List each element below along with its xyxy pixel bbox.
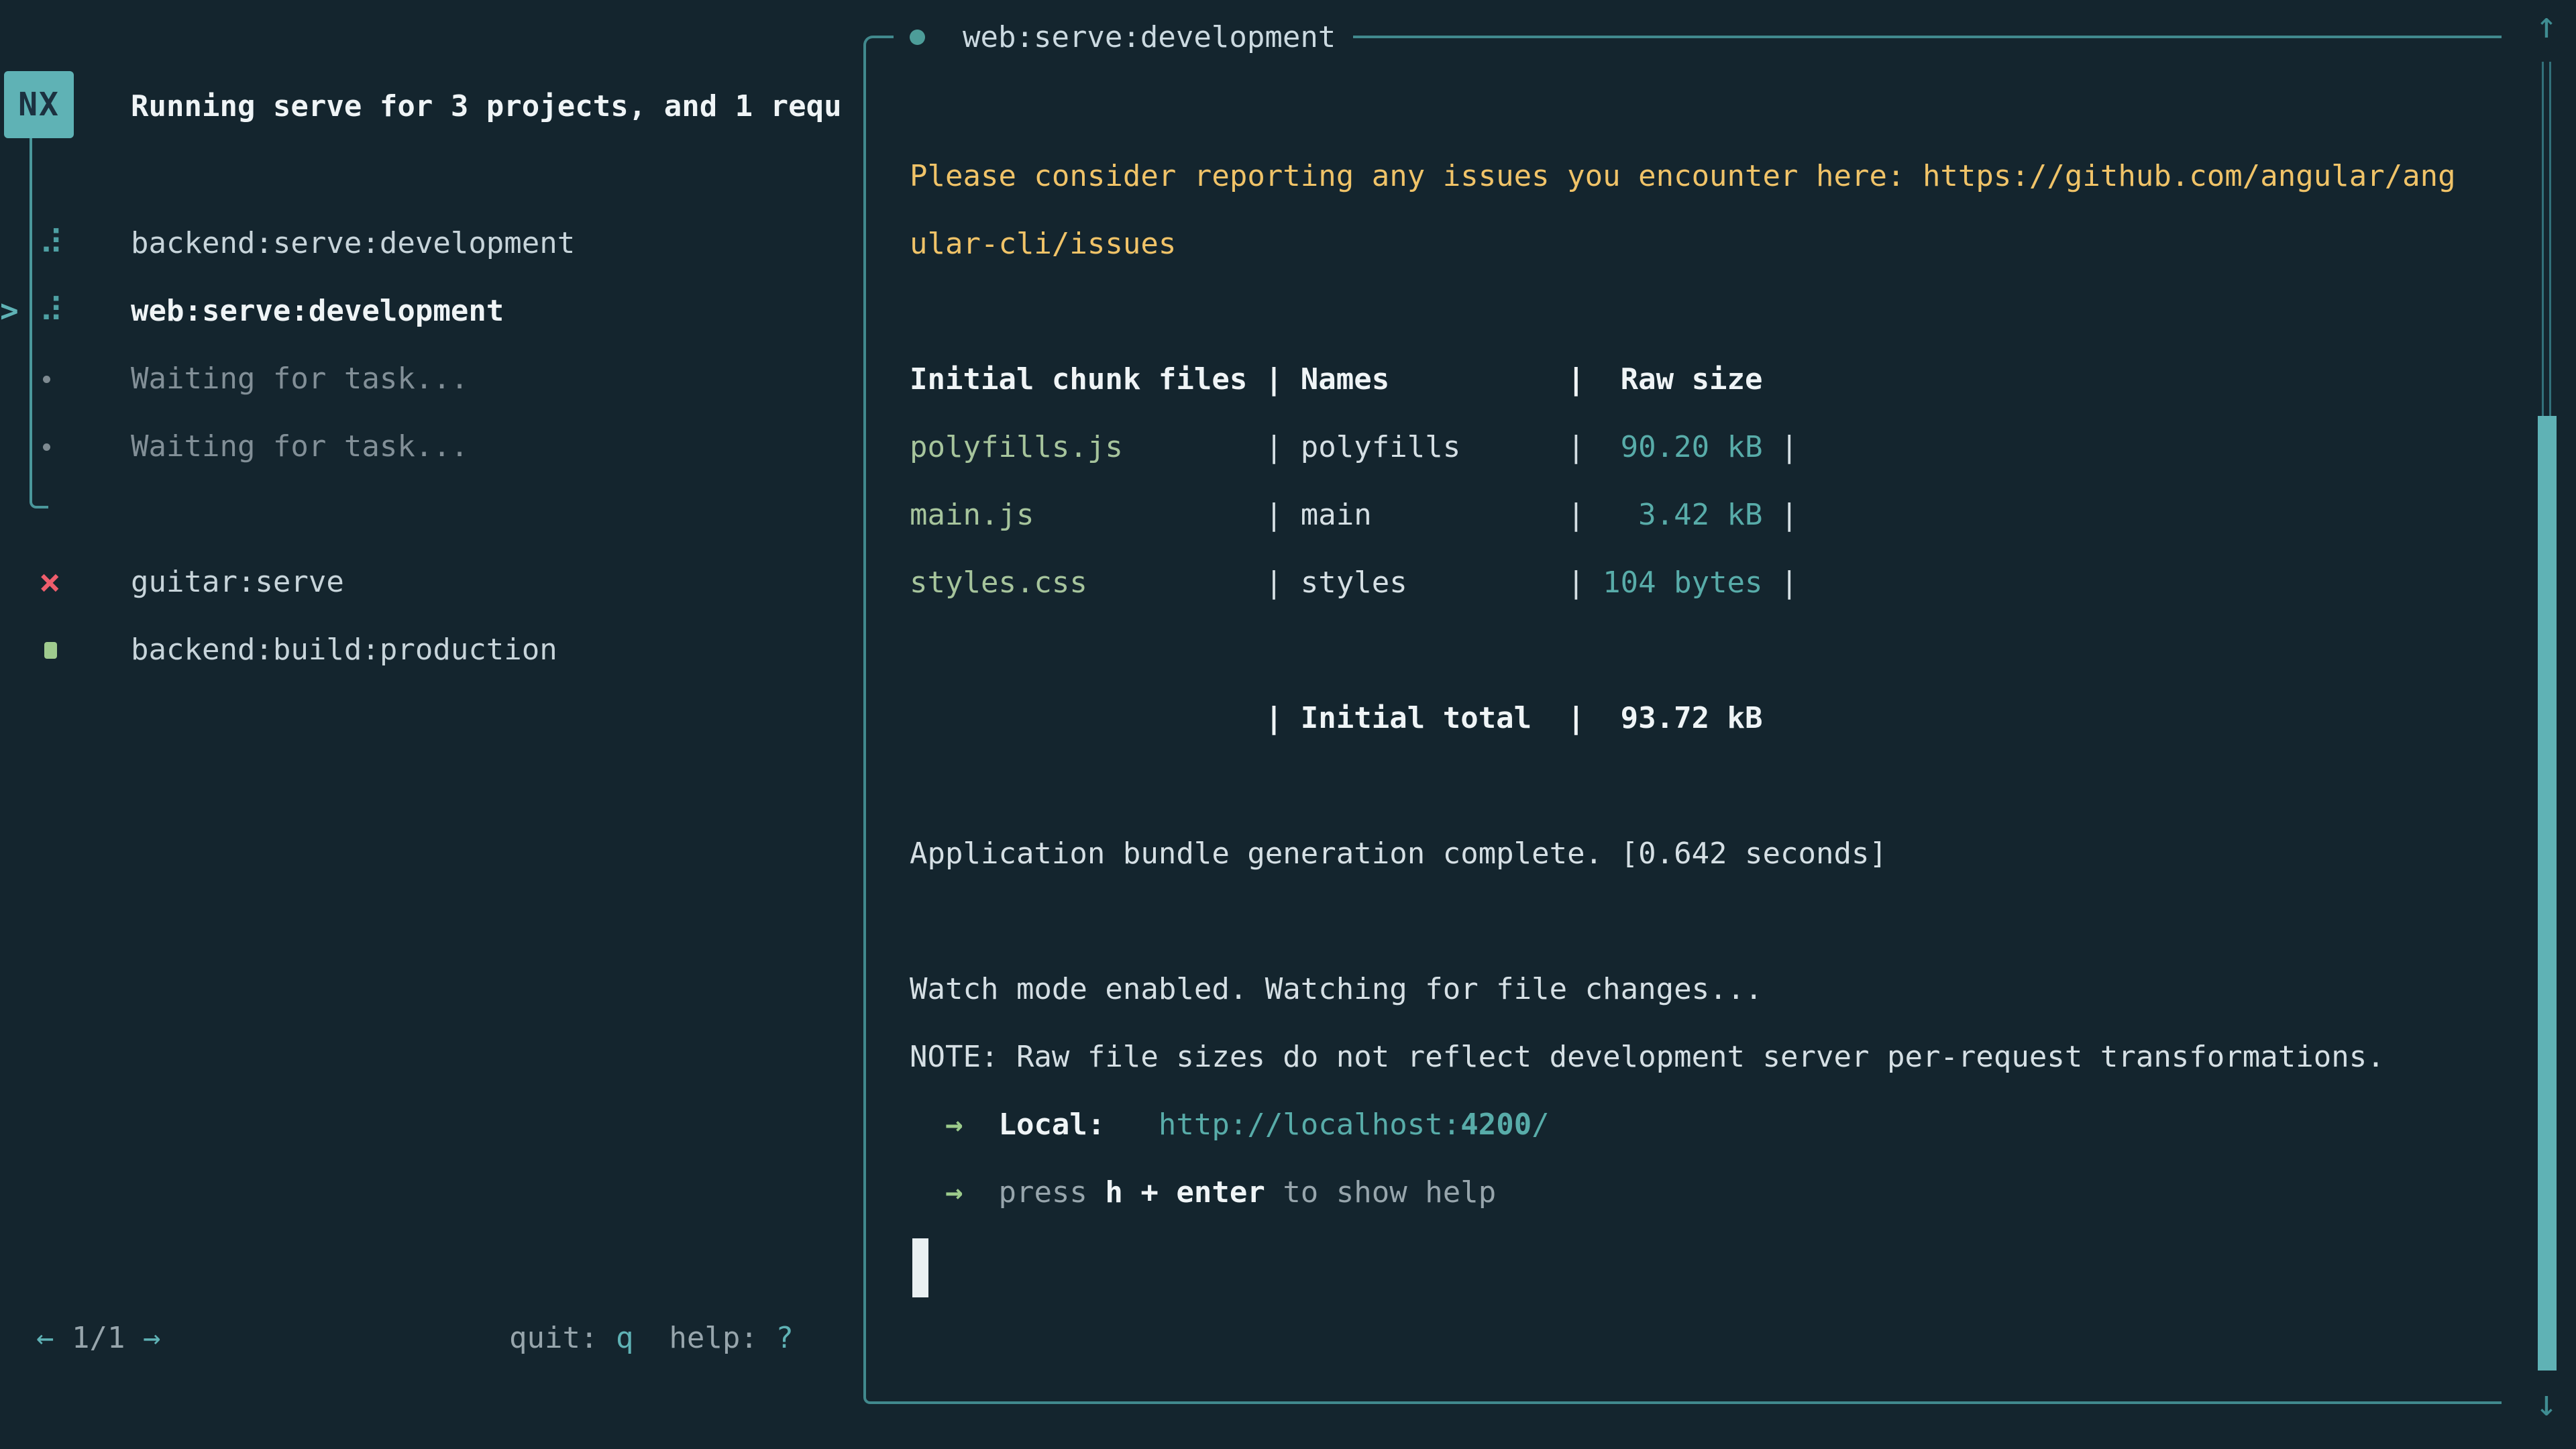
nx-tui-screen: NX Running serve for 3 projects, and 1 r…: [0, 0, 2576, 1449]
task-label: guitar:serve: [131, 548, 344, 616]
terminal-line: [910, 888, 2456, 955]
terminal-output: Please consider reporting any issues you…: [910, 142, 2456, 1226]
terminal-line: Initial chunk files | Names | Raw size: [910, 345, 2456, 413]
task-list-item[interactable]: > ⠼ web:serve:development: [0, 277, 861, 345]
text-segment: h + enter: [1105, 1175, 1265, 1210]
scrollbar-track[interactable]: [2542, 62, 2551, 416]
github-issues-link[interactable]: ular-cli/issues: [910, 227, 1176, 261]
terminal-line: Please consider reporting any issues you…: [910, 142, 2456, 210]
app-title: Running serve for 3 projects, and 1 requ: [131, 88, 842, 125]
text-segment: Watch mode enabled. Watching for file ch…: [910, 972, 1763, 1006]
terminal-line: polyfills.js | polyfills | 90.20 kB |: [910, 413, 2456, 481]
task-list-item[interactable]: Waiting for task...: [0, 413, 861, 480]
terminal-line: Watch mode enabled. Watching for file ch…: [910, 955, 2456, 1023]
task-label: Waiting for task...: [131, 345, 468, 413]
text-segment: | main |: [1034, 498, 1603, 532]
text-segment: Local:: [981, 1108, 1105, 1142]
terminal-line: [910, 752, 2456, 820]
text-segment: polyfills.js: [910, 430, 1123, 464]
panel-title: web:serve:development: [894, 16, 1353, 58]
text-segment: →: [910, 1108, 981, 1142]
text-segment: NOTE: Raw file sizes do not reflect deve…: [910, 1040, 2385, 1074]
selection-chevron-icon: >: [0, 277, 19, 345]
task-list-item[interactable]: backend:build:production: [0, 616, 861, 684]
terminal-line: | Initial total | 93.72 kB: [910, 684, 2456, 752]
sidebar-bottom-bar: ← 1/1 → quit: q help: ?: [0, 1304, 861, 1372]
success-icon: [44, 642, 57, 659]
scroll-down-icon[interactable]: ↓: [2528, 1383, 2565, 1424]
scroll-up-icon[interactable]: ↑: [2528, 5, 2565, 46]
text-segment: Initial chunk files | Names | Raw size: [910, 362, 1763, 396]
spinner-icon: ⠼: [39, 209, 64, 277]
text-segment: →: [143, 1321, 161, 1355]
local-url-link[interactable]: http://localhost:: [1105, 1108, 1460, 1142]
terminal-line: styles.css | styles | 104 bytes |: [910, 549, 2456, 616]
keybar: quit: q help: ?: [509, 1304, 794, 1372]
text-segment: quit:: [509, 1321, 616, 1355]
pager[interactable]: ← 1/1 →: [36, 1304, 160, 1372]
terminal-line: NOTE: Raw file sizes do not reflect deve…: [910, 1023, 2456, 1091]
text-segment: | styles |: [1087, 566, 1603, 600]
panel-title-text: web:serve:development: [963, 20, 1336, 54]
terminal-line: [910, 278, 2456, 345]
terminal-line: main.js | main | 3.42 kB |: [910, 481, 2456, 549]
terminal-line: → press h + enter to show help: [910, 1159, 2456, 1226]
waiting-dot-icon: [43, 376, 50, 383]
task-list-item[interactable]: Waiting for task...: [0, 345, 861, 413]
text-segment: styles.css: [910, 566, 1087, 600]
text-segment: help:: [633, 1321, 775, 1355]
terminal-line: [910, 616, 2456, 684]
local-url-link[interactable]: /: [1532, 1108, 1550, 1142]
task-list: ⠼ backend:serve:development > ⠼ web:serve:de…: [0, 209, 861, 684]
text-segment: | Initial total | 93.72 kB: [910, 701, 1763, 735]
task-label: backend:build:production: [131, 616, 557, 684]
task-list-item[interactable]: ⠼ backend:serve:development: [0, 209, 861, 277]
text-segment: ?: [775, 1321, 794, 1355]
text-segment: 1/1: [54, 1321, 143, 1355]
sidebar: NX Running serve for 3 projects, and 1 r…: [0, 0, 861, 1449]
text-segment: | polyfills |: [1123, 430, 1603, 464]
text-segment: Application bundle generation complete. …: [910, 837, 1887, 871]
text-segment: 90.20 kB: [1603, 430, 1762, 464]
nx-logo: NX: [4, 71, 74, 138]
waiting-dot-icon: [43, 443, 50, 451]
text-segment: q: [616, 1321, 634, 1355]
text-segment: to show help: [1265, 1175, 1496, 1210]
text-segment: press: [981, 1175, 1105, 1210]
terminal-line: → Local: http://localhost:4200/: [910, 1091, 2456, 1159]
error-icon: ×: [39, 548, 61, 616]
terminal-line: Application bundle generation complete. …: [910, 820, 2456, 888]
task-label: web:serve:development: [131, 277, 504, 345]
terminal-line: ular-cli/issues: [910, 210, 2456, 278]
text-segment: |: [1763, 498, 1799, 532]
text-segment: main.js: [910, 498, 1034, 532]
text-segment: ←: [36, 1321, 54, 1355]
text-segment: →: [910, 1175, 981, 1210]
terminal-cursor: [912, 1238, 928, 1297]
task-label: backend:serve:development: [131, 209, 575, 277]
text-segment: |: [1763, 566, 1799, 600]
local-url-link[interactable]: 4200: [1460, 1108, 1532, 1142]
text-segment: 104 bytes: [1603, 566, 1762, 600]
task-list-spacer: [0, 480, 861, 548]
github-issues-link[interactable]: Please consider reporting any issues you…: [910, 159, 2456, 193]
text-segment: |: [1763, 430, 1799, 464]
text-segment: 3.42 kB: [1603, 498, 1762, 532]
task-label: Waiting for task...: [131, 413, 468, 480]
task-list-item[interactable]: × guitar:serve: [0, 548, 861, 616]
spinner-icon: ⠼: [39, 277, 64, 345]
status-dot-icon: [910, 30, 925, 45]
scrollbar-thumb[interactable]: [2538, 416, 2557, 1371]
